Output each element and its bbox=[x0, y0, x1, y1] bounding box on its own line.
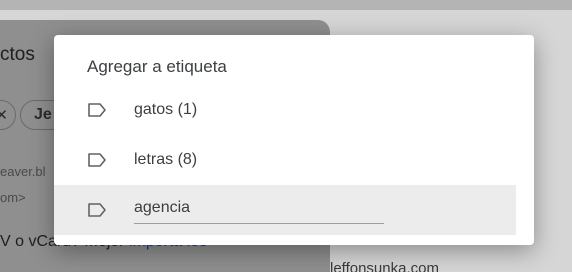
new-label-row[interactable] bbox=[54, 185, 516, 235]
label-option-letras[interactable]: letras (8) bbox=[54, 135, 516, 185]
contact-email: eaver.bl bbox=[0, 164, 46, 179]
contact-email-suffix: om> bbox=[0, 190, 26, 205]
add-to-label-dialog: Agregar a etiqueta gatos (1) letras (8) bbox=[54, 35, 534, 245]
new-label-input[interactable] bbox=[134, 193, 384, 224]
label-outline-icon bbox=[88, 103, 106, 117]
label-option-text: letras (8) bbox=[134, 151, 198, 168]
dialog-title: Agregar a etiqueta bbox=[87, 57, 227, 76]
label-outline-icon bbox=[88, 203, 106, 217]
label-outline-icon bbox=[88, 153, 106, 167]
contacts-panel-title: ctos bbox=[0, 44, 35, 65]
app-header-strip bbox=[0, 0, 572, 10]
background-email: leffonsunka.com bbox=[330, 260, 439, 272]
label-option-gatos[interactable]: gatos (1) bbox=[54, 85, 516, 135]
label-option-text: gatos (1) bbox=[134, 101, 198, 118]
